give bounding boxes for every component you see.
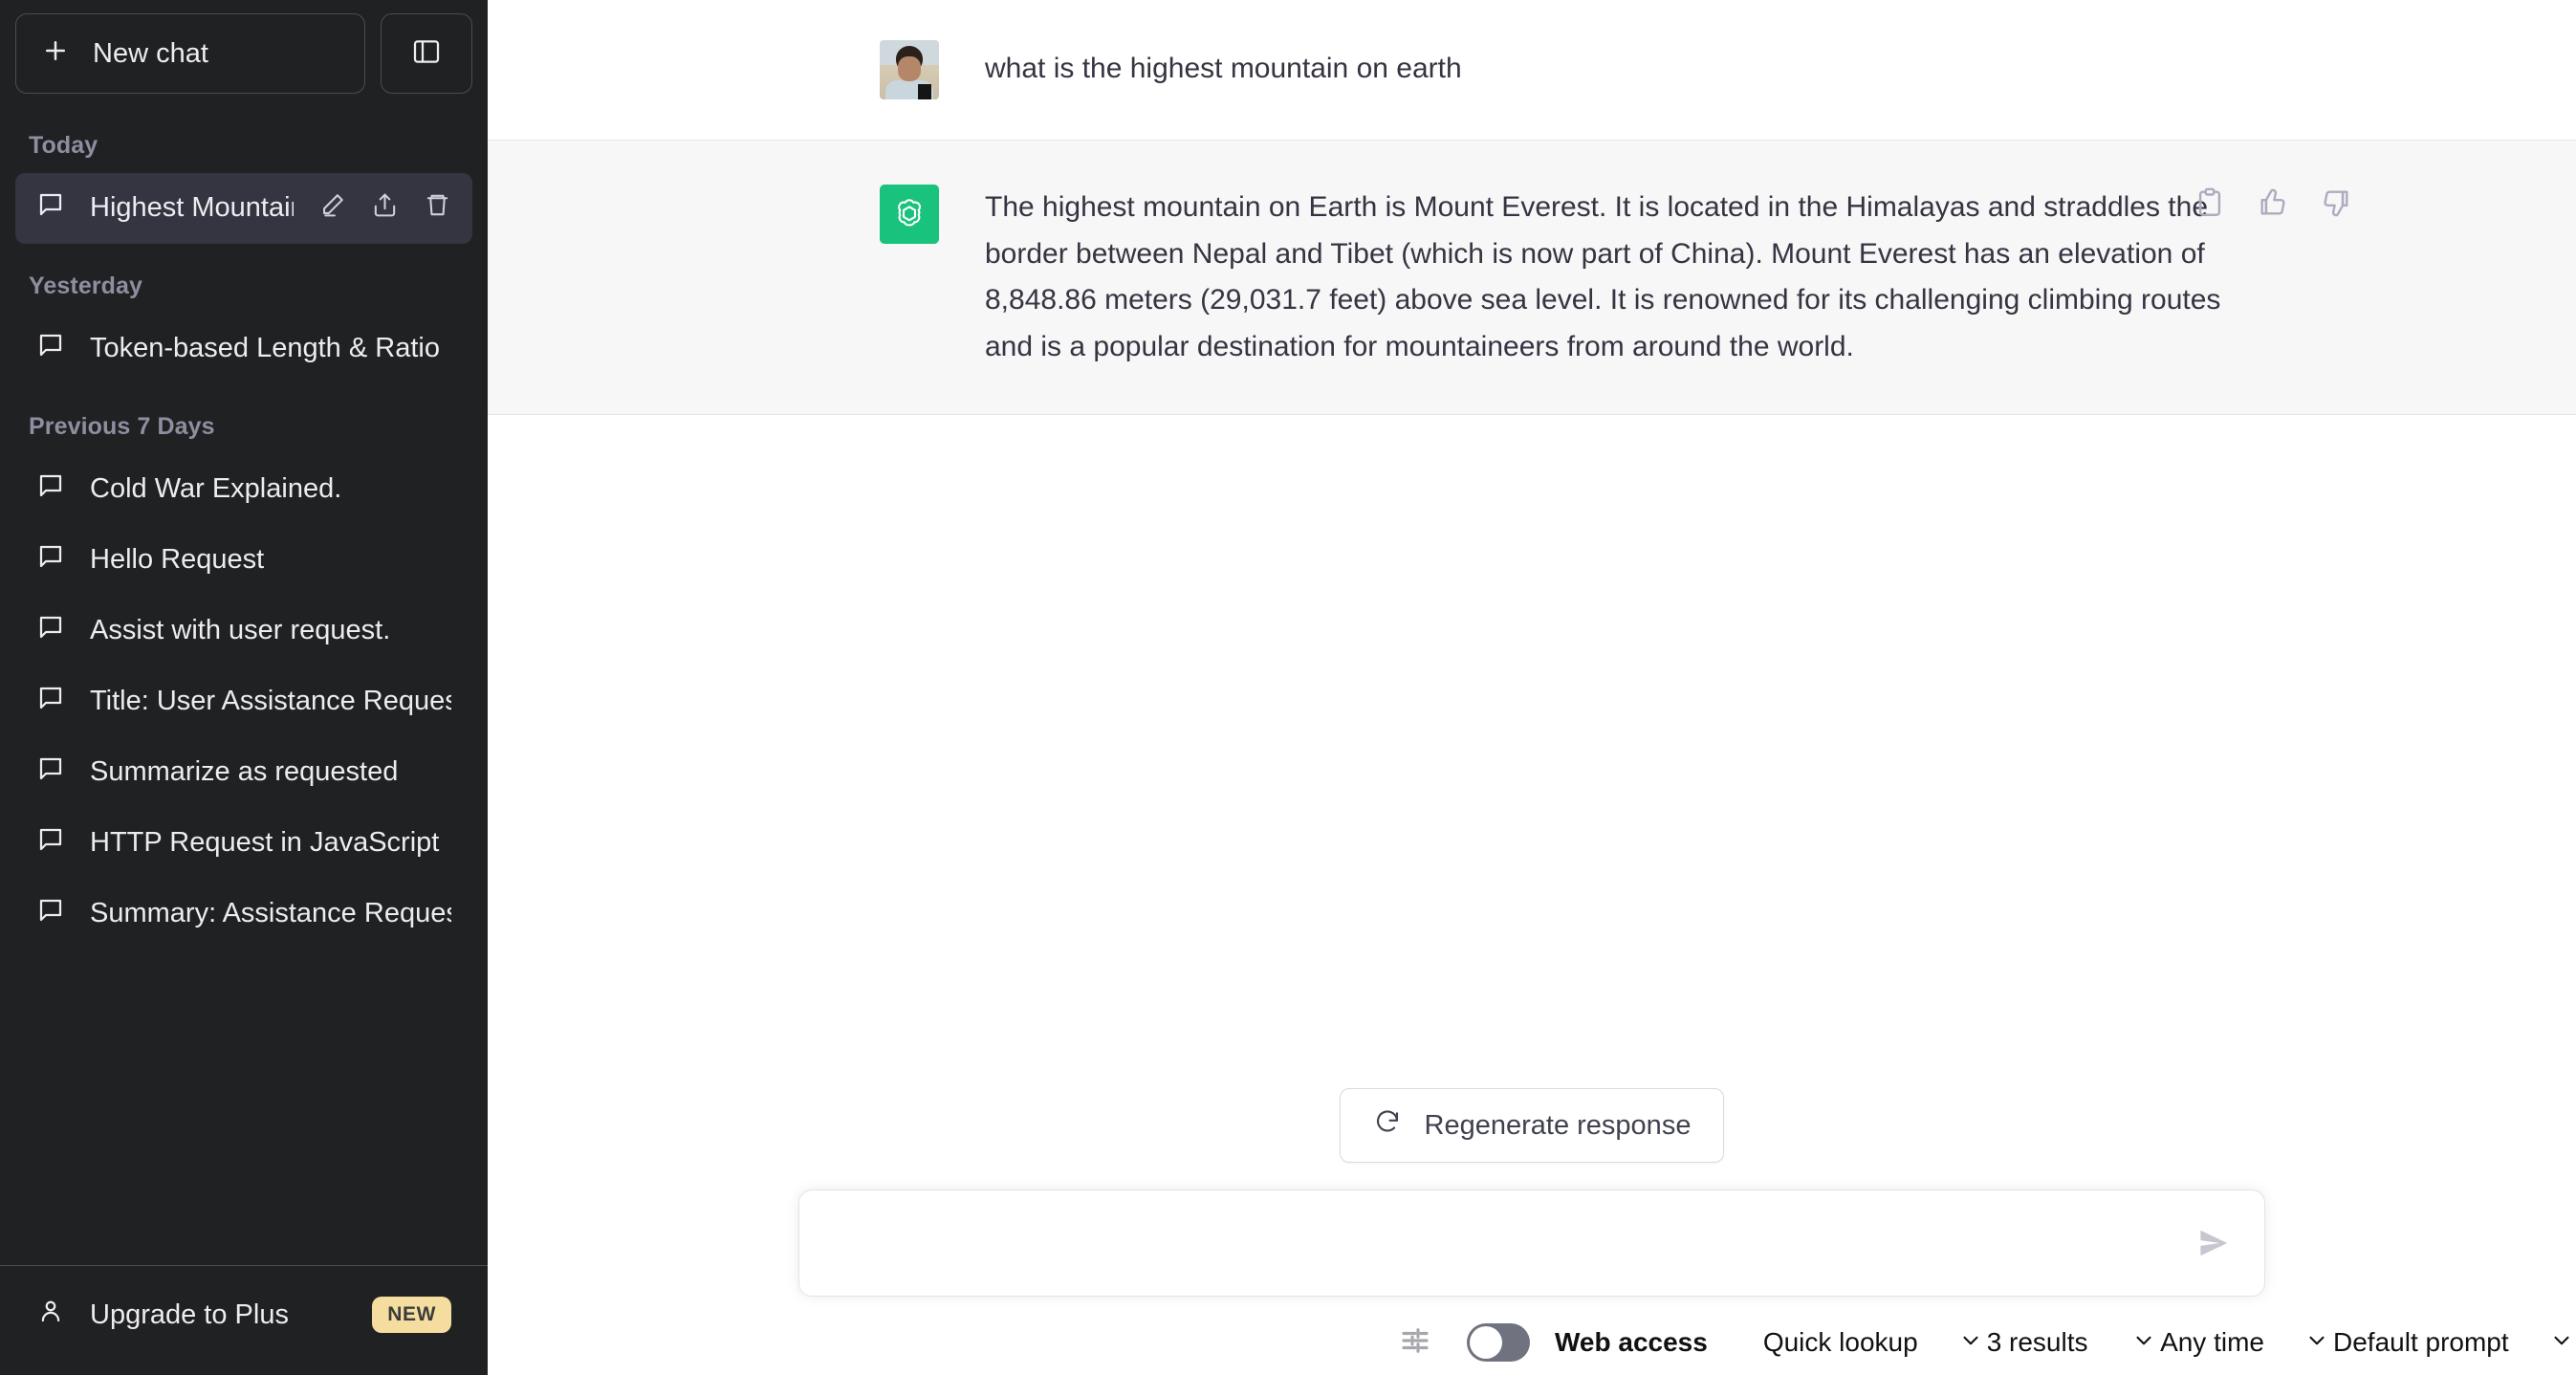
- prompt-template-value: Default prompt: [2333, 1327, 2509, 1357]
- result-count-select[interactable]: 3 results: [1987, 1314, 2156, 1371]
- search-mode-value: Quick lookup: [1762, 1327, 1918, 1357]
- group-label-previous-7-days: Previous 7 Days: [29, 413, 215, 440]
- user-message-text: what is the highest mountain on earth: [985, 53, 1462, 84]
- main-content: what is the highest mountain on earth Th…: [488, 0, 2576, 1375]
- conversation-item-hello-request[interactable]: Hello Request: [15, 525, 472, 596]
- conversation-title: Hello Request: [90, 544, 265, 576]
- sidebar-collapse-button[interactable]: [381, 13, 472, 94]
- refresh-icon: [1373, 1107, 1402, 1144]
- chat-bubble-icon: [36, 613, 65, 649]
- conversation-item-http-request[interactable]: HTTP Request in JavaScript: [15, 808, 472, 879]
- sidebar-header: New chat: [0, 0, 488, 103]
- sidebar-collapse-icon: [411, 36, 442, 72]
- conversation-item-actions: [318, 191, 451, 227]
- chevron-down-icon: [1958, 1328, 1983, 1358]
- sliders-icon[interactable]: [1398, 1323, 1432, 1363]
- chat-bubble-icon: [36, 542, 65, 578]
- message-input[interactable]: [828, 1190, 2195, 1296]
- chevron-down-icon: [2304, 1328, 2329, 1358]
- conversation-title: Highest Mountain: M: [90, 192, 294, 224]
- sidebar-footer: Upgrade to Plus NEW: [0, 1265, 488, 1375]
- toggle-knob: [1470, 1326, 1502, 1359]
- message-thread: what is the highest mountain on earth Th…: [488, 0, 2576, 416]
- message-action-bar: [2194, 186, 2352, 224]
- chat-bubble-icon: [36, 331, 65, 367]
- result-count-value: 3 results: [1986, 1327, 2088, 1357]
- conversation-title: Assist with user request.: [90, 615, 391, 646]
- edit-icon[interactable]: [318, 191, 346, 227]
- user-photo-avatar: [880, 40, 939, 99]
- chat-bubble-icon: [36, 754, 65, 791]
- chevron-down-icon: [2131, 1328, 2156, 1358]
- conversation-title: Summary: Assistance Request: [90, 898, 451, 929]
- thumbs-up-icon[interactable]: [2257, 186, 2289, 224]
- conversation-title: HTTP Request in JavaScript: [90, 827, 440, 859]
- conversation-item-assist-user[interactable]: Assist with user request.: [15, 596, 472, 666]
- openai-logo-icon: [880, 185, 939, 244]
- message-input-row: [798, 1189, 2265, 1297]
- conversation-item-highest-mountain[interactable]: Highest Mountain: M: [15, 173, 472, 244]
- regenerate-response-button[interactable]: Regenerate response: [1339, 1088, 1725, 1163]
- chat-bubble-icon: [36, 471, 65, 508]
- conversation-item-summarize[interactable]: Summarize as requested: [15, 737, 472, 808]
- regenerate-wrapper: Regenerate response: [1339, 1088, 1725, 1189]
- new-chat-label: New chat: [93, 37, 208, 69]
- web-access-label: Web access: [1555, 1327, 1708, 1357]
- search-mode-select[interactable]: Quick lookup: [1763, 1314, 1983, 1371]
- conversation-title: Title: User Assistance Request: [90, 686, 451, 717]
- thumbs-down-icon[interactable]: [2320, 186, 2352, 224]
- web-access-toggle[interactable]: [1467, 1323, 1530, 1362]
- new-badge: NEW: [372, 1297, 451, 1333]
- conversation-list[interactable]: Today Highest Mountain: M: [0, 103, 488, 1265]
- upgrade-label: Upgrade to Plus: [90, 1299, 289, 1330]
- web-access-toolbar: Web access Quick lookup 3 results Any ti…: [488, 1310, 2576, 1375]
- message-user: what is the highest mountain on earth: [488, 0, 2576, 140]
- conversation-item-token-based[interactable]: Token-based Length & Ratio: [15, 314, 472, 384]
- plus-icon: [41, 36, 70, 71]
- send-icon[interactable]: [2195, 1225, 2232, 1261]
- conversation-item-summary-assistance[interactable]: Summary: Assistance Request: [15, 879, 472, 949]
- person-icon: [36, 1297, 65, 1333]
- copy-icon[interactable]: [2194, 186, 2226, 224]
- chat-bubble-icon: [36, 190, 65, 227]
- time-range-select[interactable]: Any time: [2160, 1314, 2329, 1371]
- conversation-title: Cold War Explained.: [90, 473, 342, 505]
- chevron-down-icon: [2549, 1328, 2574, 1358]
- chat-bubble-icon: [36, 684, 65, 720]
- conversation-title: Token-based Length & Ratio: [90, 333, 440, 364]
- sidebar: New chat Today Highest Mountain:: [0, 0, 488, 1375]
- chat-bubble-icon: [36, 896, 65, 932]
- group-label-yesterday: Yesterday: [29, 273, 143, 299]
- new-chat-button[interactable]: New chat: [15, 13, 365, 94]
- conversation-item-title-user-assistance[interactable]: Title: User Assistance Request: [15, 666, 472, 737]
- chatgpt-app: New chat Today Highest Mountain:: [0, 0, 2576, 1375]
- prompt-template-select[interactable]: Default prompt: [2333, 1314, 2572, 1371]
- assistant-message-text: The highest mountain on Earth is Mount E…: [985, 191, 2221, 362]
- share-icon[interactable]: [371, 191, 399, 227]
- group-label-today: Today: [29, 132, 98, 159]
- conversation-title: Summarize as requested: [90, 756, 399, 788]
- message-assistant: The highest mountain on Earth is Mount E…: [488, 140, 2576, 416]
- upgrade-to-plus-button[interactable]: Upgrade to Plus NEW: [15, 1276, 472, 1354]
- trash-icon[interactable]: [424, 191, 451, 227]
- time-range-value: Any time: [2160, 1327, 2264, 1357]
- regenerate-label: Regenerate response: [1424, 1109, 1692, 1141]
- chat-bubble-icon: [36, 825, 65, 862]
- conversation-item-cold-war[interactable]: Cold War Explained.: [15, 454, 472, 525]
- composer-area: Regenerate response Web access Quick loo…: [488, 1088, 2576, 1375]
